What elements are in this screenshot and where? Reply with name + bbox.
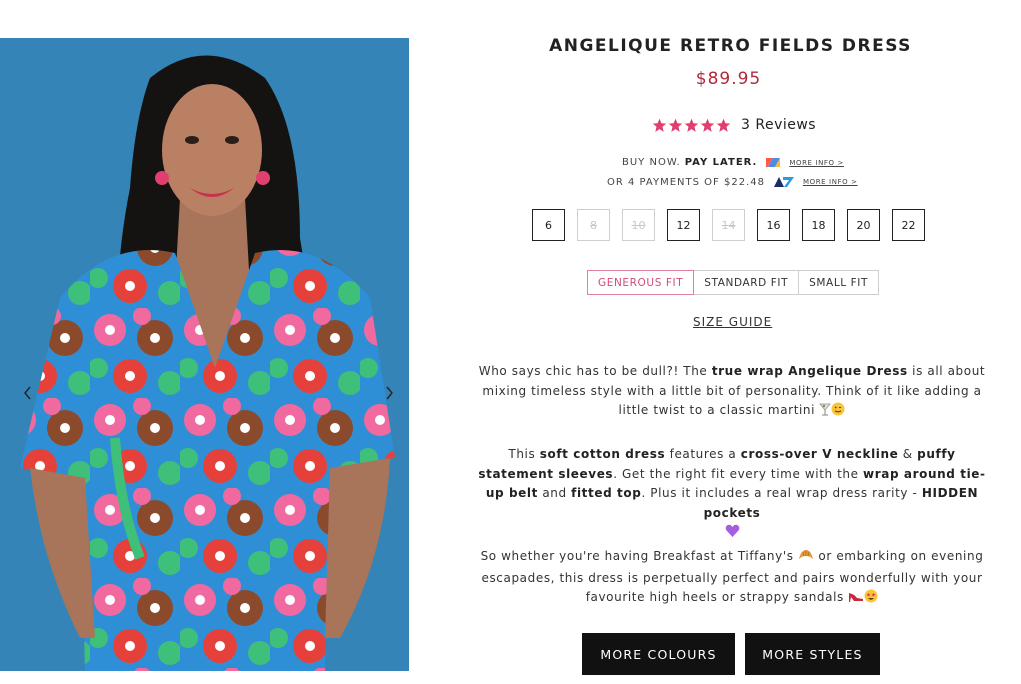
pay-later-row: BUY NOW. PAY LATER. MORE INFO >: [622, 156, 844, 169]
size-selector: 6 8 10 12 14 16 18 20 22: [532, 209, 925, 241]
payment-provider-logo: [765, 156, 781, 169]
description-paragraph-1: Who says chic has to be dull?! The true …: [478, 362, 986, 423]
instalments-row: OR 4 PAYMENTS OF $22.48 MORE INFO >: [607, 176, 858, 188]
fit-option-standard-fit[interactable]: STANDARD FIT: [693, 270, 800, 295]
desc-text: Who says chic has to be dull?! The: [478, 364, 712, 378]
star-icon: [716, 118, 731, 132]
gallery-prev-button[interactable]: [17, 382, 39, 404]
desc-text: and: [537, 486, 572, 500]
desc-text: So whether you're having Breakfast at Ti…: [480, 549, 799, 563]
size-option-12[interactable]: 12: [667, 209, 700, 241]
product-image-gallery[interactable]: [0, 38, 409, 671]
star-icon: [684, 118, 699, 132]
size-option-14[interactable]: 14: [712, 209, 745, 241]
star-icon: [668, 118, 683, 132]
desc-text: &: [898, 447, 918, 461]
desc-bold: fitted top: [571, 486, 642, 500]
size-guide-link[interactable]: SIZE GUIDE: [693, 315, 772, 329]
star-icon: [652, 118, 667, 132]
product-photo: [0, 38, 409, 671]
purple-heart-icon: [725, 524, 740, 545]
product-rating[interactable]: 3 Reviews: [652, 115, 816, 135]
desc-text: features a: [665, 447, 741, 461]
pay-later-bold: PAY LATER.: [684, 157, 758, 168]
desc-text: . Get the right fit every time with the: [613, 466, 864, 481]
instalments-text: OR 4 PAYMENTS OF $22.48: [607, 176, 765, 188]
desc-bold: true wrap Angelique Dress: [711, 364, 908, 378]
size-option-18[interactable]: 18: [802, 209, 835, 241]
gallery-next-button[interactable]: [378, 382, 400, 404]
desc-text: This: [508, 447, 540, 461]
pay-later-prefix: BUY NOW.: [622, 157, 681, 168]
size-option-20[interactable]: 20: [847, 209, 880, 241]
desc-bold: cross-over V neckline: [740, 447, 899, 461]
instalment-provider-logo: [773, 176, 795, 188]
pay-later-more-info-link[interactable]: MORE INFO >: [789, 159, 844, 167]
fit-selector: GENEROUS FIT STANDARD FIT SMALL FIT: [587, 270, 880, 295]
size-option-6[interactable]: 6: [532, 209, 565, 241]
size-option-22[interactable]: 22: [892, 209, 925, 241]
description-paragraph-2: This soft cotton dress features a cross-…: [478, 445, 986, 545]
croissant-icon: [798, 549, 814, 569]
fit-option-generous-fit[interactable]: GENEROUS FIT: [587, 270, 695, 295]
desc-text: . Plus it includes a real wrap dress rar…: [641, 486, 922, 500]
star-icon: [700, 118, 715, 132]
high-heel-icon: [848, 590, 864, 610]
reviews-link[interactable]: 3 Reviews: [741, 117, 816, 133]
product-price: $89.95: [695, 69, 762, 89]
star-rating: [652, 118, 731, 133]
chevron-right-icon: [386, 386, 393, 400]
product-info-panel: ANGELIQUE RETRO FIELDS DRESS $89.95 3 Re…: [440, 0, 1021, 684]
desc-bold: soft cotton dress: [539, 447, 666, 461]
instalments-more-info-link[interactable]: MORE INFO >: [803, 178, 858, 186]
more-colours-button[interactable]: MORE COLOURS: [582, 633, 735, 675]
more-styles-button[interactable]: MORE STYLES: [745, 633, 880, 675]
fit-option-small-fit[interactable]: SMALL FIT: [798, 270, 880, 295]
size-option-10[interactable]: 10: [622, 209, 655, 241]
winking-face-icon: [831, 402, 845, 423]
star-struck-face-icon: [864, 589, 878, 610]
description-paragraph-3: So whether you're having Breakfast at Ti…: [478, 547, 986, 610]
chevron-left-icon: [24, 386, 31, 400]
product-title: ANGELIQUE RETRO FIELDS DRESS: [549, 36, 912, 56]
martini-icon: [819, 403, 832, 423]
size-option-16[interactable]: 16: [757, 209, 790, 241]
size-option-8[interactable]: 8: [577, 209, 610, 241]
